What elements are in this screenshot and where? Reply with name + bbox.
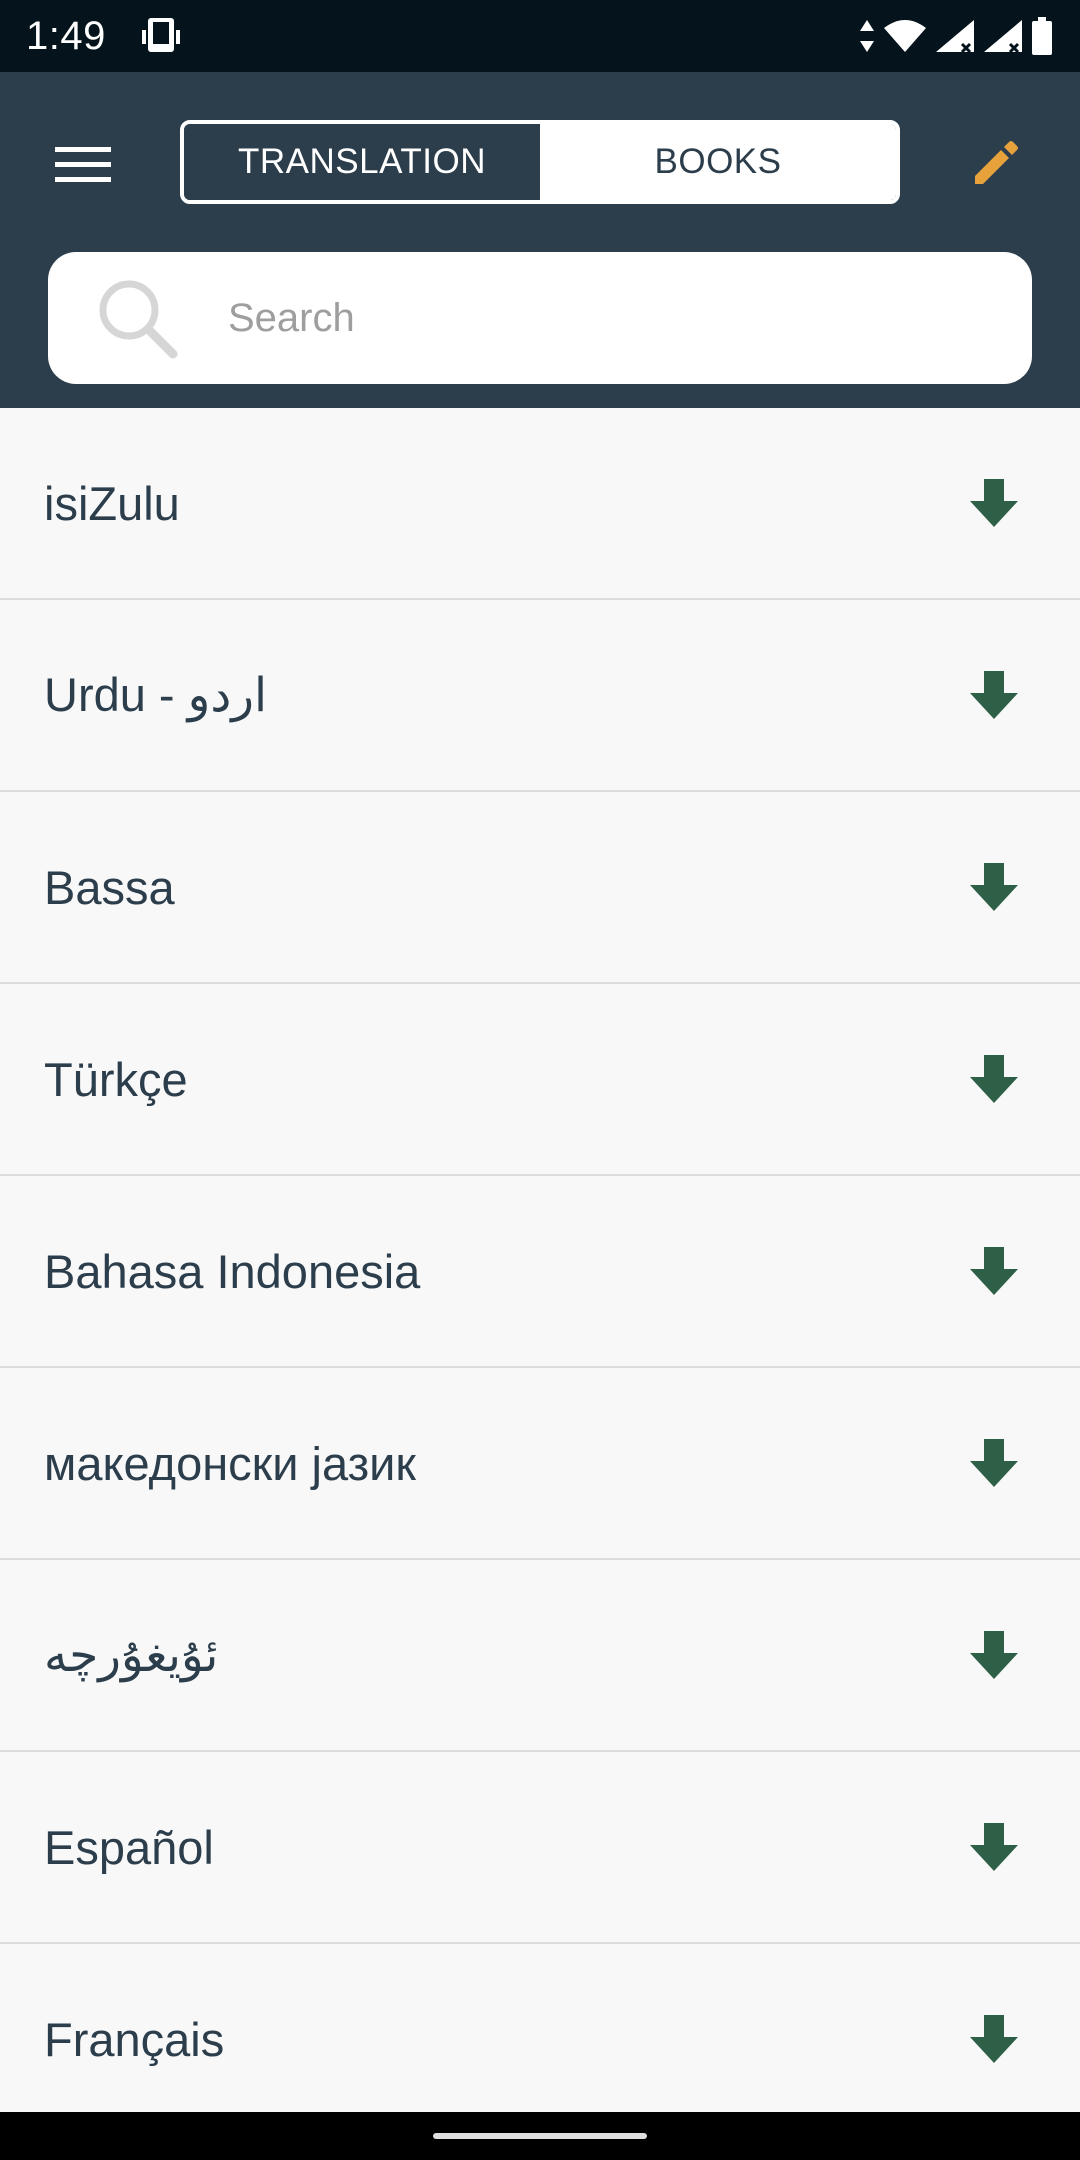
- edit-button[interactable]: [955, 126, 1035, 206]
- status-time: 1:49: [26, 13, 106, 58]
- language-label: Urdu - اردو: [44, 668, 268, 721]
- language-label: Bahasa Indonesia: [44, 1244, 421, 1298]
- list-item[interactable]: ئۇيغۇرچە: [0, 1560, 1080, 1752]
- download-icon[interactable]: [964, 2009, 1024, 2069]
- wifi-icon: [882, 18, 928, 54]
- battery-icon: [1030, 16, 1054, 56]
- download-icon[interactable]: [964, 665, 1024, 725]
- tab-translation[interactable]: TRANSLATION: [184, 124, 540, 200]
- language-label: Türkçe: [44, 1052, 188, 1106]
- signal-icon: [982, 18, 1024, 54]
- language-label: македонски јазик: [44, 1436, 416, 1490]
- search-icon: [92, 273, 182, 363]
- download-icon[interactable]: [964, 1433, 1024, 1493]
- language-label: Español: [44, 1820, 214, 1874]
- list-item[interactable]: isiZulu: [0, 408, 1080, 600]
- segmented-toggle: TRANSLATION BOOKS: [180, 120, 900, 204]
- list-item[interactable]: Bahasa Indonesia: [0, 1176, 1080, 1368]
- app-header: TRANSLATION BOOKS: [0, 72, 1080, 408]
- language-label: Français: [44, 2012, 225, 2066]
- language-label: Bassa: [44, 860, 175, 914]
- list-item[interactable]: Urdu - اردو: [0, 600, 1080, 792]
- download-icon[interactable]: [964, 1625, 1024, 1685]
- list-item[interactable]: македонски јазик: [0, 1368, 1080, 1560]
- menu-button[interactable]: [38, 132, 128, 202]
- search-bar[interactable]: [48, 252, 1032, 384]
- download-icon[interactable]: [964, 1049, 1024, 1109]
- list-item[interactable]: Français: [0, 1944, 1080, 2136]
- system-nav-bar: [0, 2112, 1080, 2160]
- device-icon: [140, 14, 184, 58]
- hamburger-menu-icon: [55, 145, 111, 190]
- language-list: isiZulu Urdu - اردو Bassa Türkçe Bahasa …: [0, 408, 1080, 2136]
- language-label: ئۇيغۇرچە: [44, 1628, 219, 1681]
- language-label: isiZulu: [44, 476, 180, 530]
- signal-icon: [934, 18, 976, 54]
- download-icon[interactable]: [964, 857, 1024, 917]
- home-gesture-handle[interactable]: [433, 2133, 647, 2139]
- pencil-icon: [969, 138, 1021, 195]
- download-icon[interactable]: [964, 1241, 1024, 1301]
- tab-books[interactable]: BOOKS: [540, 124, 896, 200]
- list-item[interactable]: Türkçe: [0, 984, 1080, 1176]
- list-item[interactable]: Español: [0, 1752, 1080, 1944]
- download-icon[interactable]: [964, 473, 1024, 533]
- search-input[interactable]: [228, 295, 928, 341]
- list-item[interactable]: Bassa: [0, 792, 1080, 984]
- data-arrows-icon: [858, 18, 876, 54]
- status-bar: 1:49: [0, 0, 1080, 72]
- download-icon[interactable]: [964, 1817, 1024, 1877]
